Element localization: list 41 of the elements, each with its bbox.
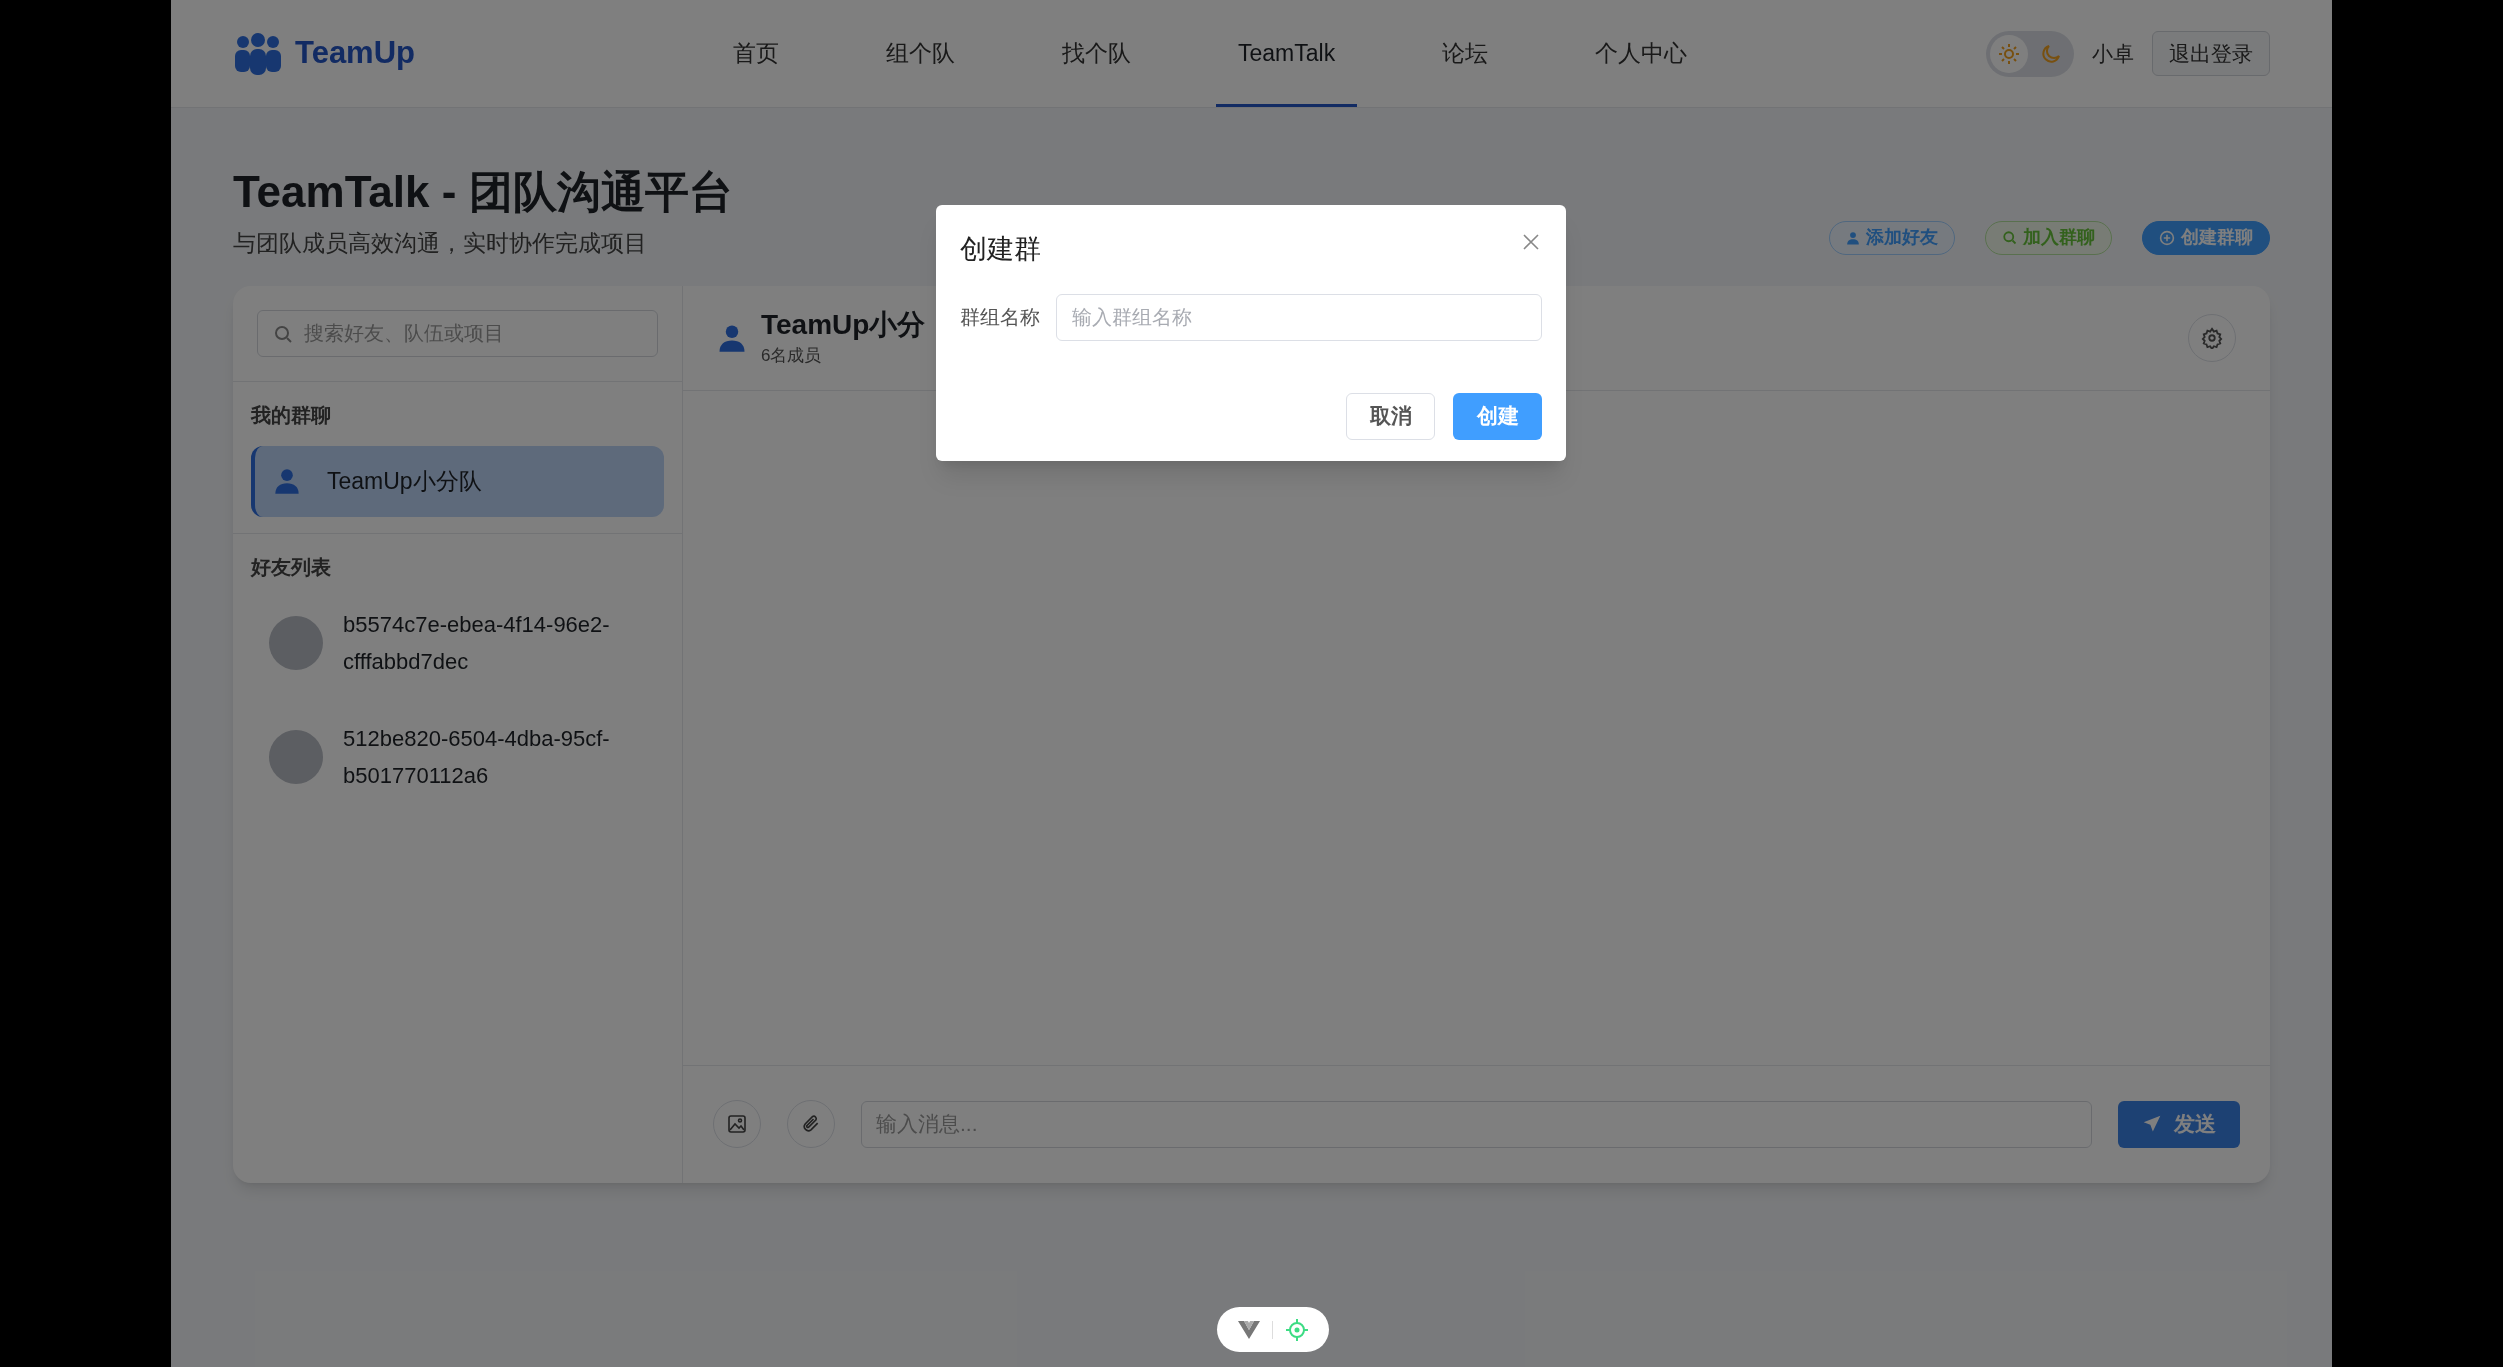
plus-circle-icon	[2159, 229, 2175, 246]
nav-link[interactable]: 组个队	[864, 0, 977, 107]
nav-link[interactable]: 首页	[711, 0, 801, 107]
nav-link[interactable]: 个人中心	[1573, 0, 1710, 107]
create-button[interactable]: 创建	[1453, 392, 1542, 440]
nav-link[interactable]: 论坛	[1420, 0, 1511, 107]
avatar	[269, 729, 323, 784]
settings-icon	[2201, 326, 2223, 349]
friend-name[interactable]: 512be820-6504-4dba-95cf-b501770112a6	[343, 719, 643, 794]
search-icon	[273, 323, 293, 344]
image-icon	[727, 1114, 747, 1134]
page-subtitle: 与团队成员高效沟通，实时协作完成项目	[233, 229, 648, 258]
section-heading: 好友列表	[251, 554, 332, 580]
chat-title: TeamUp小分	[761, 307, 926, 342]
nav-link[interactable]: 找个队	[1040, 0, 1153, 107]
sun-icon	[1997, 41, 2021, 66]
send-icon	[2142, 1114, 2162, 1134]
section-heading: 我的群聊	[251, 402, 332, 428]
app-logo[interactable]: TeamUp	[295, 30, 415, 77]
person-icon	[273, 467, 301, 495]
nav-link[interactable]: TeamTalk	[1216, 0, 1358, 107]
person-icon	[1846, 230, 1860, 245]
v-logo-icon[interactable]	[1237, 1320, 1260, 1339]
user-name: 小卓	[2092, 40, 2134, 67]
send-button[interactable]: 发送	[2118, 1100, 2240, 1148]
member-count: 6名成员	[761, 344, 823, 367]
logout-button[interactable]: 退出登录	[2152, 31, 2270, 76]
theme-toggle[interactable]	[1986, 30, 2074, 77]
close-icon	[1522, 233, 1540, 251]
group-item[interactable]: TeamUp小分队	[251, 445, 664, 517]
crosshair-icon[interactable]	[1284, 1317, 1309, 1342]
avatar	[269, 615, 323, 670]
cancel-button[interactable]: 取消	[1346, 392, 1435, 440]
group-name-input[interactable]: 输入群组名称	[1056, 293, 1542, 341]
friend-name[interactable]: b5574c7e-ebea-4f14-96e2-cfffabbd7dec	[343, 605, 643, 680]
paperclip-icon	[801, 1114, 821, 1134]
search-icon	[2002, 230, 2017, 245]
field-label: 群组名称	[960, 305, 1040, 330]
page-title: TeamTalk - 团队沟通平台	[233, 166, 733, 218]
team-logo-icon	[233, 32, 283, 75]
dialog-title: 创建群	[960, 233, 1041, 266]
